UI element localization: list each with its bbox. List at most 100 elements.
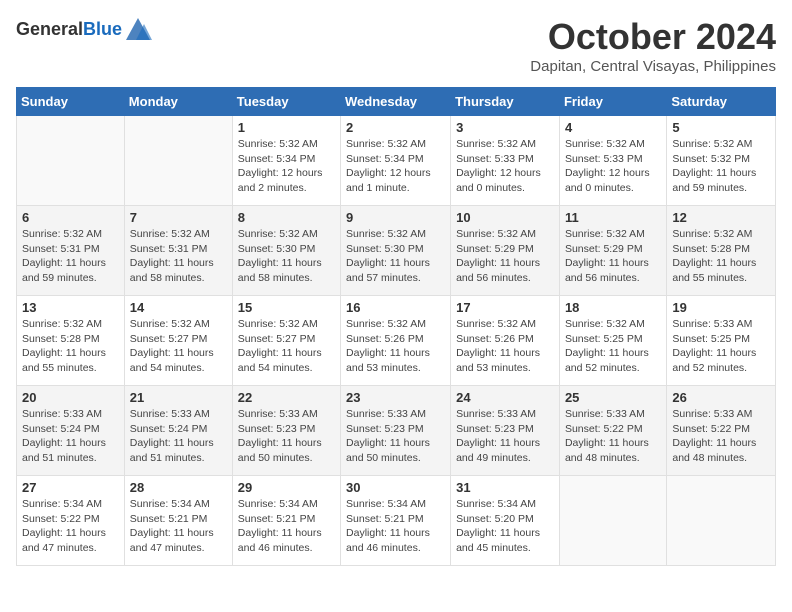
calendar-cell: 25 Sunrise: 5:33 AMSunset: 5:22 PMDayligh… bbox=[559, 386, 666, 476]
page-header: GeneralBlue October 2024 Dapitan, Centra… bbox=[16, 16, 776, 75]
calendar-cell: 4 Sunrise: 5:32 AMSunset: 5:33 PMDaylight… bbox=[559, 116, 666, 206]
day-detail: Sunrise: 5:32 AMSunset: 5:27 PMDaylight:… bbox=[238, 317, 335, 376]
day-number: 16 bbox=[346, 300, 445, 315]
calendar-cell bbox=[17, 116, 125, 206]
day-number: 6 bbox=[22, 210, 119, 225]
day-detail: Sunrise: 5:34 AMSunset: 5:22 PMDaylight:… bbox=[22, 497, 119, 556]
calendar-cell: 11 Sunrise: 5:32 AMSunset: 5:29 PMDayligh… bbox=[559, 206, 666, 296]
calendar-day-header: Thursday bbox=[451, 88, 560, 116]
day-detail: Sunrise: 5:32 AMSunset: 5:30 PMDaylight:… bbox=[346, 227, 445, 286]
calendar-cell bbox=[559, 476, 666, 566]
day-number: 21 bbox=[130, 390, 227, 405]
day-number: 11 bbox=[565, 210, 661, 225]
day-detail: Sunrise: 5:32 AMSunset: 5:34 PMDaylight:… bbox=[346, 137, 445, 196]
location-title: Dapitan, Central Visayas, Philippines bbox=[530, 58, 776, 75]
logo-blue-text: Blue bbox=[83, 19, 122, 39]
calendar-cell: 14 Sunrise: 5:32 AMSunset: 5:27 PMDayligh… bbox=[124, 296, 232, 386]
calendar-cell: 10Sunrise: 5:32 AMSunset: 5:29 PMDayligh… bbox=[451, 206, 560, 296]
day-number: 3 bbox=[456, 120, 554, 135]
day-number: 20 bbox=[22, 390, 119, 405]
day-detail: Sunrise: 5:34 AMSunset: 5:21 PMDaylight:… bbox=[238, 497, 335, 556]
day-detail: Sunrise: 5:33 AMSunset: 5:23 PMDaylight:… bbox=[456, 407, 554, 466]
day-number: 9 bbox=[346, 210, 445, 225]
day-detail: Sunrise: 5:32 AMSunset: 5:29 PMDaylight:… bbox=[456, 227, 554, 286]
calendar-cell: 26 Sunrise: 5:33 AMSunset: 5:22 PMDayligh… bbox=[667, 386, 776, 476]
day-number: 26 bbox=[672, 390, 770, 405]
calendar-cell: 21Sunrise: 5:33 AMSunset: 5:24 PMDayligh… bbox=[124, 386, 232, 476]
calendar-cell: 22 Sunrise: 5:33 AMSunset: 5:23 PMDayligh… bbox=[232, 386, 340, 476]
day-detail: Sunrise: 5:33 AMSunset: 5:23 PMDaylight:… bbox=[346, 407, 445, 466]
calendar-cell: 27 Sunrise: 5:34 AMSunset: 5:22 PMDayligh… bbox=[17, 476, 125, 566]
day-number: 19 bbox=[672, 300, 770, 315]
day-number: 23 bbox=[346, 390, 445, 405]
calendar-header-row: SundayMondayTuesdayWednesdayThursdayFrid… bbox=[17, 88, 776, 116]
day-detail: Sunrise: 5:33 AMSunset: 5:22 PMDaylight:… bbox=[565, 407, 661, 466]
calendar-day-header: Tuesday bbox=[232, 88, 340, 116]
day-detail: Sunrise: 5:34 AMSunset: 5:21 PMDaylight:… bbox=[346, 497, 445, 556]
calendar-week-row: 27 Sunrise: 5:34 AMSunset: 5:22 PMDayligh… bbox=[17, 476, 776, 566]
calendar-day-header: Friday bbox=[559, 88, 666, 116]
logo-icon bbox=[124, 16, 152, 44]
calendar-week-row: 13Sunrise: 5:32 AMSunset: 5:28 PMDayligh… bbox=[17, 296, 776, 386]
day-number: 14 bbox=[130, 300, 227, 315]
day-detail: Sunrise: 5:32 AMSunset: 5:33 PMDaylight:… bbox=[565, 137, 661, 196]
calendar-cell: 29 Sunrise: 5:34 AMSunset: 5:21 PMDayligh… bbox=[232, 476, 340, 566]
calendar-cell: 24 Sunrise: 5:33 AMSunset: 5:23 PMDayligh… bbox=[451, 386, 560, 476]
day-number: 30 bbox=[346, 480, 445, 495]
calendar-cell: 7Sunrise: 5:32 AMSunset: 5:31 PMDaylight… bbox=[124, 206, 232, 296]
day-number: 31 bbox=[456, 480, 554, 495]
day-number: 28 bbox=[130, 480, 227, 495]
day-detail: Sunrise: 5:33 AMSunset: 5:24 PMDaylight:… bbox=[22, 407, 119, 466]
day-detail: Sunrise: 5:34 AMSunset: 5:20 PMDaylight:… bbox=[456, 497, 554, 556]
day-number: 7 bbox=[130, 210, 227, 225]
day-number: 5 bbox=[672, 120, 770, 135]
calendar-cell: 13Sunrise: 5:32 AMSunset: 5:28 PMDayligh… bbox=[17, 296, 125, 386]
calendar-cell: 30 Sunrise: 5:34 AMSunset: 5:21 PMDayligh… bbox=[341, 476, 451, 566]
day-number: 8 bbox=[238, 210, 335, 225]
day-number: 22 bbox=[238, 390, 335, 405]
calendar-table: SundayMondayTuesdayWednesdayThursdayFrid… bbox=[16, 87, 776, 566]
day-number: 25 bbox=[565, 390, 661, 405]
day-number: 27 bbox=[22, 480, 119, 495]
calendar-cell: 2Sunrise: 5:32 AMSunset: 5:34 PMDaylight… bbox=[341, 116, 451, 206]
day-detail: Sunrise: 5:32 AMSunset: 5:32 PMDaylight:… bbox=[672, 137, 770, 196]
day-detail: Sunrise: 5:32 AMSunset: 5:34 PMDaylight:… bbox=[238, 137, 335, 196]
calendar-cell: 12Sunrise: 5:32 AMSunset: 5:28 PMDayligh… bbox=[667, 206, 776, 296]
day-number: 13 bbox=[22, 300, 119, 315]
day-detail: Sunrise: 5:32 AMSunset: 5:30 PMDaylight:… bbox=[238, 227, 335, 286]
day-number: 18 bbox=[565, 300, 661, 315]
calendar-cell: 17Sunrise: 5:32 AMSunset: 5:26 PMDayligh… bbox=[451, 296, 560, 386]
calendar-cell: 8 Sunrise: 5:32 AMSunset: 5:30 PMDaylight… bbox=[232, 206, 340, 296]
day-number: 4 bbox=[565, 120, 661, 135]
calendar-day-header: Monday bbox=[124, 88, 232, 116]
logo-general-text: General bbox=[16, 19, 83, 39]
calendar-day-header: Saturday bbox=[667, 88, 776, 116]
calendar-day-header: Wednesday bbox=[341, 88, 451, 116]
day-number: 15 bbox=[238, 300, 335, 315]
day-detail: Sunrise: 5:32 AMSunset: 5:29 PMDaylight:… bbox=[565, 227, 661, 286]
calendar-day-header: Sunday bbox=[17, 88, 125, 116]
calendar-cell: 18Sunrise: 5:32 AMSunset: 5:25 PMDayligh… bbox=[559, 296, 666, 386]
title-block: October 2024 Dapitan, Central Visayas, P… bbox=[530, 16, 776, 75]
day-detail: Sunrise: 5:32 AMSunset: 5:26 PMDaylight:… bbox=[346, 317, 445, 376]
calendar-cell: 28 Sunrise: 5:34 AMSunset: 5:21 PMDayligh… bbox=[124, 476, 232, 566]
day-number: 24 bbox=[456, 390, 554, 405]
calendar-cell: 5 Sunrise: 5:32 AMSunset: 5:32 PMDaylight… bbox=[667, 116, 776, 206]
calendar-cell: 6Sunrise: 5:32 AMSunset: 5:31 PMDaylight… bbox=[17, 206, 125, 296]
day-number: 29 bbox=[238, 480, 335, 495]
day-number: 1 bbox=[238, 120, 335, 135]
calendar-cell: 3 Sunrise: 5:32 AMSunset: 5:33 PMDaylight… bbox=[451, 116, 560, 206]
day-number: 12 bbox=[672, 210, 770, 225]
day-detail: Sunrise: 5:33 AMSunset: 5:23 PMDaylight:… bbox=[238, 407, 335, 466]
calendar-cell: 19 Sunrise: 5:33 AMSunset: 5:25 PMDayligh… bbox=[667, 296, 776, 386]
day-detail: Sunrise: 5:33 AMSunset: 5:22 PMDaylight:… bbox=[672, 407, 770, 466]
day-detail: Sunrise: 5:32 AMSunset: 5:27 PMDaylight:… bbox=[130, 317, 227, 376]
day-detail: Sunrise: 5:33 AMSunset: 5:25 PMDaylight:… bbox=[672, 317, 770, 376]
day-detail: Sunrise: 5:34 AMSunset: 5:21 PMDaylight:… bbox=[130, 497, 227, 556]
day-detail: Sunrise: 5:32 AMSunset: 5:33 PMDaylight:… bbox=[456, 137, 554, 196]
day-detail: Sunrise: 5:32 AMSunset: 5:26 PMDaylight:… bbox=[456, 317, 554, 376]
calendar-cell bbox=[124, 116, 232, 206]
calendar-cell bbox=[667, 476, 776, 566]
calendar-cell: 1 Sunrise: 5:32 AMSunset: 5:34 PMDaylight… bbox=[232, 116, 340, 206]
calendar-cell: 23 Sunrise: 5:33 AMSunset: 5:23 PMDayligh… bbox=[341, 386, 451, 476]
